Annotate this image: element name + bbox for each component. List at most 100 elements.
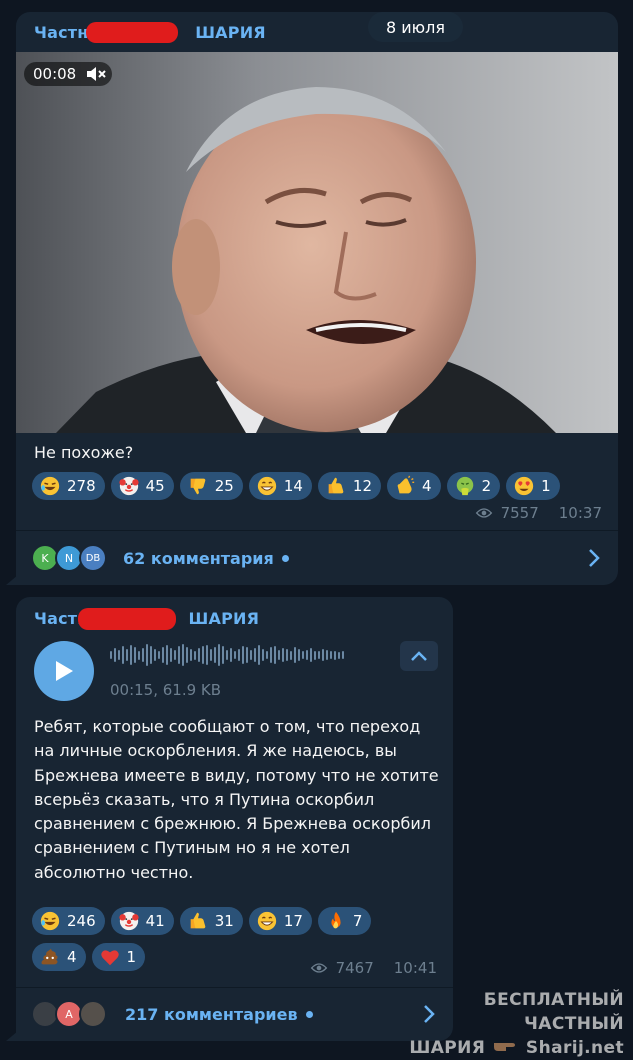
view-count: 7557 <box>500 504 539 522</box>
fire-emoji-icon <box>325 910 347 932</box>
comment-avatars: K N DB <box>31 544 107 572</box>
waveform-bar <box>122 646 124 664</box>
chevron-right-icon[interactable] <box>588 548 600 568</box>
channel-name-right: ШАРИЯ <box>188 609 260 628</box>
waveform-bar <box>154 649 156 661</box>
collapse-button[interactable] <box>400 641 438 671</box>
reaction-chip[interactable]: 246 <box>32 907 105 935</box>
watermark-line2-right: Sharij.net <box>525 1038 624 1058</box>
redaction-mark <box>78 608 176 630</box>
rofl-emoji-icon <box>39 910 61 932</box>
waveform-bar <box>234 651 236 659</box>
reaction-count: 2 <box>481 477 492 495</box>
post-meta: 7467 10:41 <box>308 959 437 977</box>
reaction-chip[interactable]: 4 <box>387 472 441 500</box>
reaction-chip[interactable]: 1 <box>91 943 146 971</box>
waveform-bar <box>146 644 148 666</box>
reaction-count: 1 <box>126 948 137 966</box>
reaction-chip[interactable]: 278 <box>32 472 105 500</box>
waveform-bar <box>178 646 180 664</box>
reaction-chip[interactable]: 1 <box>506 472 560 500</box>
waveform-bar <box>294 647 296 663</box>
waveform-bar <box>110 651 112 659</box>
waveform-bar <box>322 649 324 661</box>
chevron-up-icon <box>411 651 427 661</box>
waveform-bar <box>290 650 292 660</box>
reaction-chip[interactable]: 41 <box>110 907 174 935</box>
reaction-chip[interactable]: 31 <box>179 907 243 935</box>
post-text: Ребят, которые сообщают о том, что перех… <box>34 717 439 882</box>
unread-dot <box>305 1010 313 1018</box>
pointing-hand-icon <box>492 1036 520 1060</box>
reaction-count: 7 <box>352 912 363 930</box>
waveform-bar <box>150 646 152 664</box>
clown-emoji-icon <box>118 475 140 497</box>
waveform-bar <box>246 647 248 663</box>
waveform-bar <box>342 651 344 659</box>
waveform-bar <box>222 646 224 664</box>
waveform-bar <box>262 649 264 661</box>
waveform-bar <box>238 649 240 661</box>
reaction-count: 25 <box>214 477 234 495</box>
date-label: 8 июля <box>386 17 445 37</box>
reaction-chip[interactable]: 7 <box>317 907 372 935</box>
reactions-bar: 246 41 31 17 7 <box>32 907 372 935</box>
speaker-muted-icon[interactable] <box>85 65 107 83</box>
reaction-chip[interactable]: 17 <box>248 907 312 935</box>
comments-link[interactable]: K N DB 62 комментария <box>16 531 618 585</box>
video-player[interactable]: 00:08 <box>16 52 618 433</box>
comments-count: 62 комментария <box>123 548 274 568</box>
waveform-bar <box>158 651 160 659</box>
waveform-bar <box>138 650 140 660</box>
post-caption: Не похоже? <box>34 443 134 462</box>
reaction-chip[interactable]: 2 <box>446 472 501 500</box>
comments-link[interactable]: A 217 комментариев <box>16 988 453 1040</box>
waveform-bar <box>198 648 200 662</box>
reaction-chip[interactable]: 14 <box>248 472 312 500</box>
waveform-bar <box>302 651 304 659</box>
waveform-bar <box>274 646 276 664</box>
waveform-bar <box>210 649 212 661</box>
thumbs-down-emoji-icon <box>187 475 209 497</box>
waveform-bar <box>326 650 328 660</box>
waveform-bar <box>330 651 332 659</box>
waveform-bar <box>182 644 184 666</box>
play-button[interactable] <box>34 641 94 701</box>
reaction-count: 1 <box>541 477 551 495</box>
watermark-line1: БЕСПЛАТНЫЙ ЧАСТНЫЙ <box>483 990 624 1034</box>
post-time: 10:37 <box>558 504 602 522</box>
channel-post: Частны ШАРИЯ 00:08 Не похоже? 278 45 25 … <box>16 12 618 585</box>
waveform-bar <box>218 644 220 666</box>
waveform-bar <box>190 649 192 661</box>
waveform-bar <box>286 649 288 661</box>
waveform-bar <box>334 650 336 660</box>
reaction-count: 12 <box>352 477 373 495</box>
play-icon <box>56 661 73 681</box>
unread-dot <box>281 554 289 562</box>
thumbs-up-emoji-icon <box>325 475 347 497</box>
waveform-bar <box>214 647 216 663</box>
watermark-line2-left: ШАРИЯ <box>409 1038 486 1058</box>
clown-emoji-icon <box>118 910 140 932</box>
comments-count: 217 комментариев <box>125 1004 298 1024</box>
waveform-bar <box>226 650 228 660</box>
grin-emoji-icon <box>256 475 278 497</box>
reaction-count: 4 <box>422 477 432 495</box>
reaction-count: 41 <box>145 912 165 930</box>
reaction-chip[interactable]: 12 <box>317 472 382 500</box>
reaction-chip[interactable]: 25 <box>179 472 243 500</box>
reaction-chip[interactable]: 4 <box>32 943 86 971</box>
waveform-bar <box>194 650 196 660</box>
waveform-bar <box>126 649 128 661</box>
audio-waveform[interactable] <box>110 643 344 667</box>
redaction-mark <box>86 22 178 43</box>
avatar <box>79 1000 107 1028</box>
reactions-bar: 4 1 <box>32 943 146 971</box>
waveform-bar <box>310 648 312 662</box>
waveform-bar <box>162 647 164 663</box>
reaction-count: 14 <box>283 477 303 495</box>
video-frame <box>16 52 618 433</box>
waveform-bar <box>174 650 176 660</box>
waveform-bar <box>142 648 144 662</box>
reaction-chip[interactable]: 45 <box>110 472 174 500</box>
